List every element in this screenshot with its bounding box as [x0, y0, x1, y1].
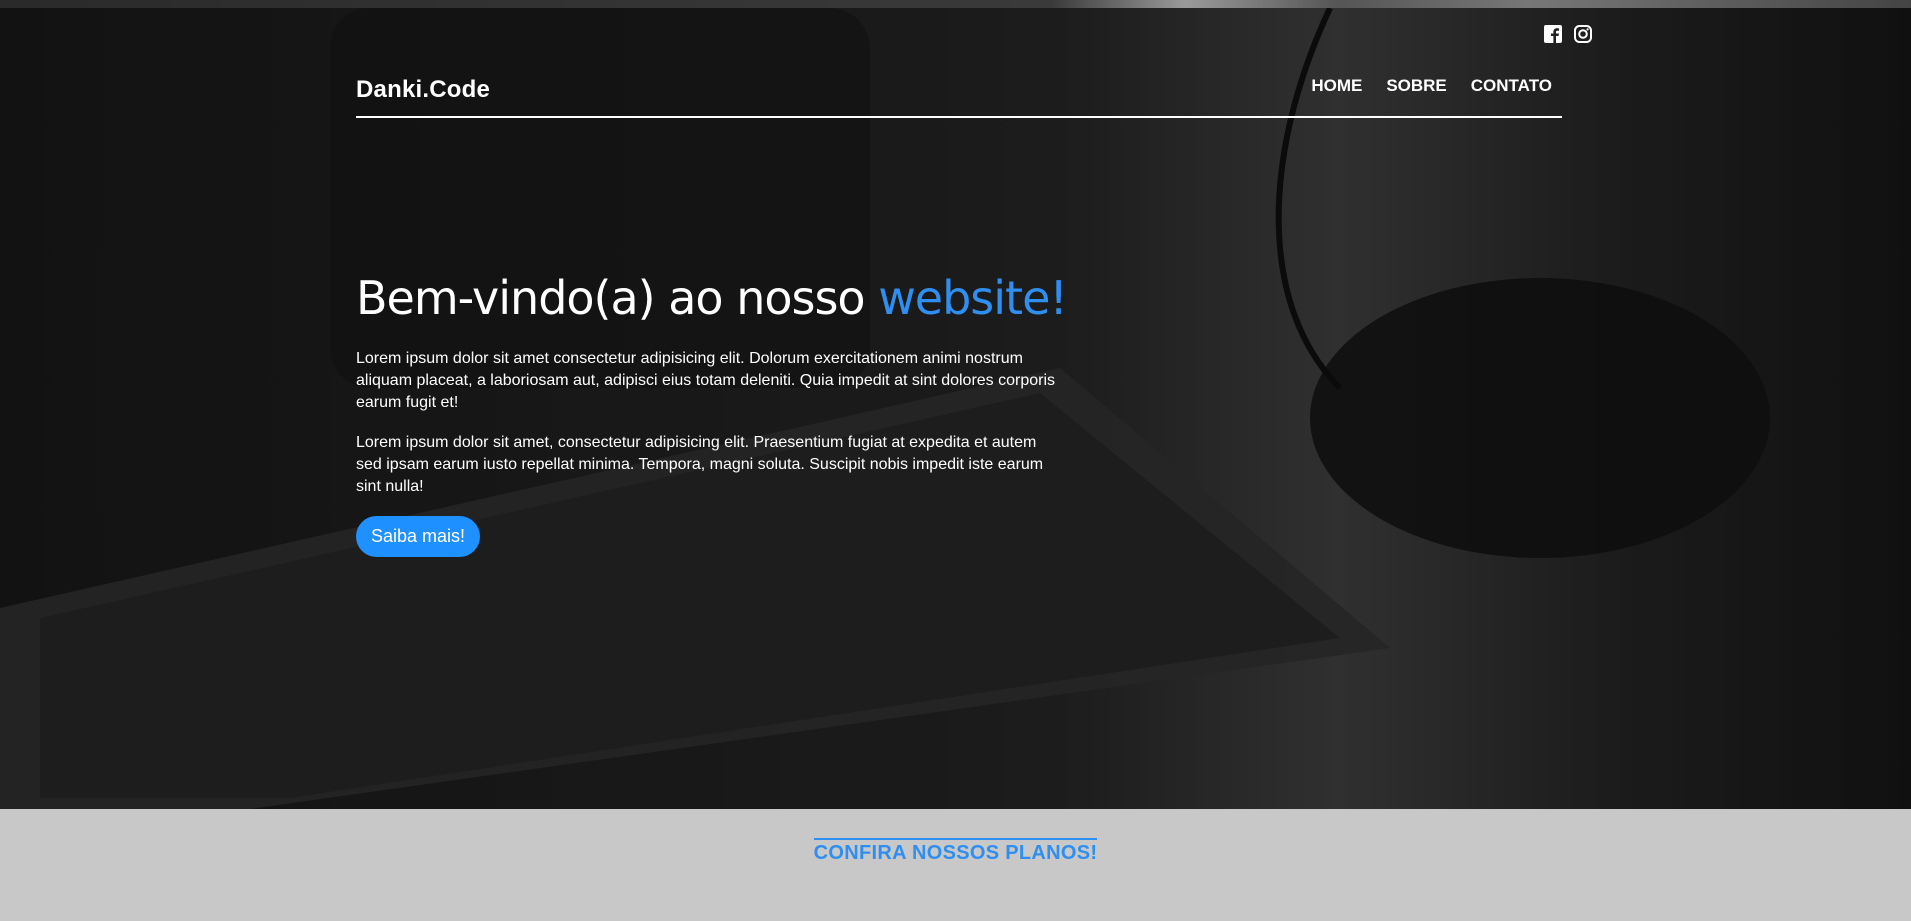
instagram-icon[interactable]: [1573, 24, 1593, 44]
hero-content: Bem-vindo(a) ao nosso website! Lorem ips…: [356, 266, 1076, 557]
facebook-icon[interactable]: [1543, 24, 1563, 44]
hero-title-main: Bem-vindo(a) ao nosso: [356, 271, 879, 325]
nav-item-sobre[interactable]: SOBRE: [1386, 76, 1446, 96]
site-logo[interactable]: Danki.Code: [356, 76, 490, 104]
hero-paragraph-1: Lorem ipsum dolor sit amet consectetur a…: [356, 350, 1056, 411]
hero-section: Danki.Code HOME SOBRE CONTATO Bem-vindo(…: [0, 8, 1911, 809]
main-nav: HOME SOBRE CONTATO: [1311, 76, 1552, 96]
social-links: [1543, 24, 1593, 44]
nav-item-home[interactable]: HOME: [1311, 76, 1362, 96]
saiba-mais-button[interactable]: Saiba mais!: [356, 516, 481, 557]
hero-title: Bem-vindo(a) ao nosso website!: [356, 266, 1076, 330]
plans-title: CONFIRA NOSSOS PLANOS!: [813, 838, 1098, 865]
hero-paragraph-2: Lorem ipsum dolor sit amet, consectetur …: [356, 434, 1044, 495]
plans-title-wrap: CONFIRA NOSSOS PLANOS!: [0, 838, 1911, 865]
nav-item-contato[interactable]: CONTATO: [1471, 76, 1552, 96]
hero-title-accent: website!: [878, 271, 1068, 325]
site-header: Danki.Code HOME SOBRE CONTATO: [356, 68, 1562, 118]
plans-section: CONFIRA NOSSOS PLANOS!: [0, 809, 1911, 921]
